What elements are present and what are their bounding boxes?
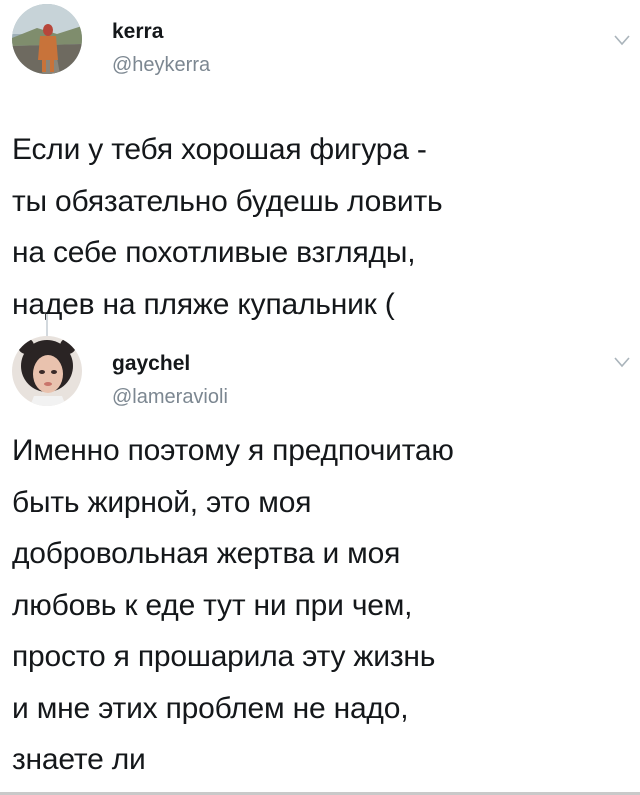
user-handle[interactable]: @lameravioli	[112, 386, 228, 409]
thread-connector-line	[46, 314, 48, 338]
display-name[interactable]: kerra	[112, 20, 163, 44]
avatar[interactable]	[12, 336, 82, 406]
avatar-photo-icon	[12, 336, 82, 406]
chevron-down-icon[interactable]	[614, 34, 630, 46]
tweet-text: Именно поэтому я предпочитаю быть жирной…	[12, 434, 454, 776]
display-name[interactable]: gaychel	[112, 352, 190, 376]
avatar-photo-icon	[12, 4, 82, 74]
user-handle[interactable]: @heykerra	[112, 54, 210, 77]
tweet-text: Если у тебя хорошая фигура - ты обязател…	[12, 133, 443, 321]
avatar[interactable]	[12, 4, 82, 74]
chevron-down-icon[interactable]	[614, 356, 630, 368]
